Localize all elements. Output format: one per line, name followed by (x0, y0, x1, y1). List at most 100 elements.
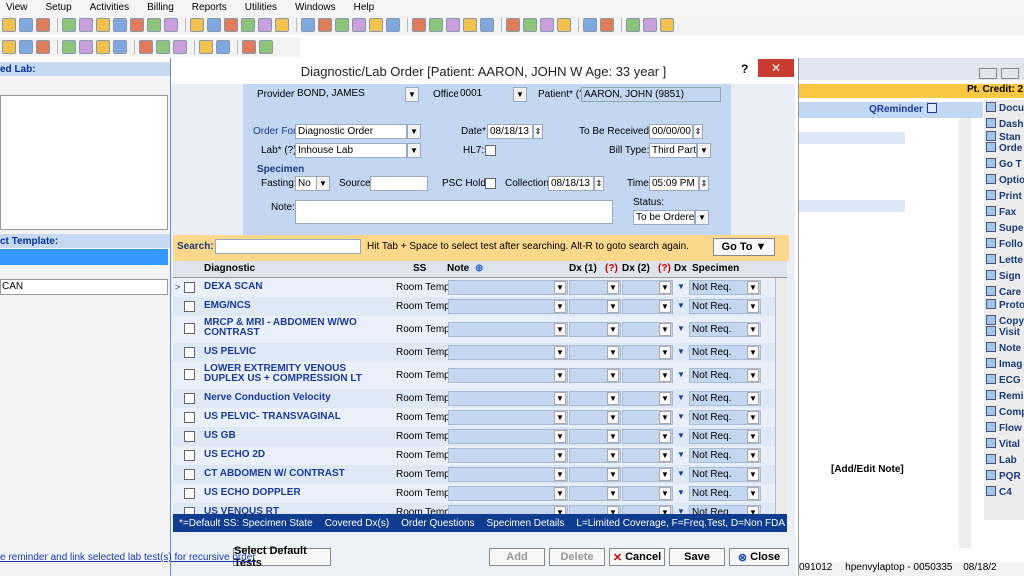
toolbar-icon[interactable] (241, 18, 255, 32)
note-cell[interactable]: ▼ (448, 345, 568, 360)
dx2-cell[interactable]: ▼ (622, 429, 673, 444)
dx2-dropdown-icon[interactable]: ▼ (659, 323, 671, 336)
toolbar-icon[interactable] (36, 18, 50, 32)
dx2-cell[interactable]: ▼ (622, 280, 673, 295)
specimen-dropdown-icon[interactable]: ▼ (747, 411, 759, 424)
note-cell[interactable]: ▼ (448, 429, 568, 444)
hl7-checkbox[interactable] (485, 145, 496, 156)
note-dropdown-icon[interactable]: ▼ (554, 468, 566, 481)
dx-arrow-icon[interactable]: ▼ (677, 370, 685, 379)
col-dx2-help[interactable]: (?) (658, 263, 671, 274)
dx2-dropdown-icon[interactable]: ▼ (659, 430, 671, 443)
specimen-cell[interactable]: Not Req. ▼ (689, 505, 761, 514)
action-item[interactable]: Optio (986, 174, 1024, 186)
close-icon[interactable]: ✕ (758, 59, 794, 77)
dx2-dropdown-icon[interactable]: ▼ (659, 449, 671, 462)
dx1-cell[interactable]: ▼ (569, 410, 621, 425)
toolbar-icon[interactable] (96, 40, 110, 54)
table-row[interactable]: MRCP & MRI - ABDOMEN W/WO CONTRAST Room Te… (173, 316, 787, 343)
action-item[interactable]: Orde (986, 142, 1022, 154)
note-dropdown-icon[interactable]: ▼ (554, 392, 566, 405)
note-cell[interactable]: ▼ (448, 368, 568, 383)
toolbar-icon[interactable] (259, 40, 273, 54)
specimen-dropdown-icon[interactable]: ▼ (747, 369, 759, 382)
toolbar-icon[interactable] (352, 18, 366, 32)
row-checkbox[interactable] (184, 393, 195, 404)
toolbar-icon[interactable] (139, 40, 153, 54)
status-dropdown-icon[interactable]: ▼ (695, 210, 709, 225)
psc-hold-checkbox[interactable] (485, 178, 496, 189)
note-dropdown-icon[interactable]: ▼ (554, 506, 566, 514)
specimen-cell[interactable]: Not Req. ▼ (689, 368, 761, 383)
dx2-cell[interactable]: ▼ (622, 368, 673, 383)
toolbar-icon[interactable] (19, 18, 33, 32)
col-diagnostic[interactable]: Diagnostic (204, 263, 255, 274)
specimen-cell[interactable]: Not Req. ▼ (689, 448, 761, 463)
toolbar-icon[interactable] (480, 18, 494, 32)
col-ss[interactable]: SS (413, 263, 426, 274)
specimen-dropdown-icon[interactable]: ▼ (747, 430, 759, 443)
table-row[interactable]: CT ABDOMEN W/ CONTRAST Room Temp. ▼ ▼ ▼ ▼ Not … (173, 465, 787, 484)
toolbar-icon[interactable] (79, 40, 93, 54)
date-field[interactable]: 08/18/13 (487, 124, 533, 139)
note-cell[interactable]: ▼ (448, 410, 568, 425)
col-specimen[interactable]: Specimen (692, 263, 739, 274)
date-spin-icon[interactable]: ⇕ (533, 124, 543, 139)
specimen-cell[interactable]: Not Req. ▼ (689, 391, 761, 406)
row-checkbox[interactable] (184, 431, 195, 442)
dx1-dropdown-icon[interactable]: ▼ (607, 411, 619, 424)
lab-field[interactable]: Inhouse Lab (295, 143, 407, 158)
table-row[interactable]: US GB Room Temp. ▼ ▼ ▼ ▼ Not Req. ▼ (173, 427, 787, 446)
action-item[interactable]: Go T (986, 158, 1022, 170)
col-dx[interactable]: Dx (674, 263, 687, 274)
col-dx1-help[interactable]: (?) (605, 263, 618, 274)
note-dropdown-icon[interactable]: ▼ (554, 487, 566, 500)
collection-spin-icon[interactable]: ⇕ (594, 176, 604, 191)
menu-windows[interactable]: Windows (295, 2, 336, 13)
specimen-cell[interactable]: Not Req. ▼ (689, 410, 761, 425)
search-input[interactable] (215, 239, 361, 254)
table-row[interactable]: US ECHO 2D Room Temp. ▼ ▼ ▼ ▼ Not Req. ▼ (173, 446, 787, 465)
dx-arrow-icon[interactable]: ▼ (677, 431, 685, 440)
row-checkbox[interactable] (184, 369, 195, 380)
specimen-cell[interactable]: Not Req. ▼ (689, 280, 761, 295)
dx-arrow-icon[interactable]: ▼ (677, 507, 685, 514)
note-dropdown-icon[interactable]: ▼ (554, 411, 566, 424)
row-checkbox[interactable] (184, 450, 195, 461)
toolbar-icon[interactable] (216, 40, 230, 54)
toolbar-icon[interactable] (643, 18, 657, 32)
toolbar-icon[interactable] (258, 18, 272, 32)
toolbar-icon[interactable] (173, 40, 187, 54)
dx-arrow-icon[interactable]: ▼ (677, 450, 685, 459)
source-field[interactable] (370, 176, 428, 191)
col-note[interactable]: Note (447, 263, 469, 274)
toolbar-icon[interactable] (600, 18, 614, 32)
order-for-dropdown-icon[interactable]: ▼ (407, 124, 421, 139)
note-cell[interactable]: ▼ (448, 486, 568, 501)
dx1-cell[interactable]: ▼ (569, 345, 621, 360)
office-field[interactable]: 0001 (458, 87, 512, 102)
dx1-dropdown-icon[interactable]: ▼ (607, 369, 619, 382)
note-cell[interactable]: ▼ (448, 448, 568, 463)
action-item[interactable]: Supe (986, 222, 1023, 234)
toolbar-icon[interactable] (463, 18, 477, 32)
specimen-cell[interactable]: Not Req. ▼ (689, 486, 761, 501)
toolbar-icon[interactable] (412, 18, 426, 32)
toolbar-icon[interactable] (446, 18, 460, 32)
toolbar-icon[interactable] (96, 18, 110, 32)
go-to-button[interactable]: Go To ▼ (713, 238, 775, 256)
note-cell[interactable]: ▼ (448, 505, 568, 514)
toolbar-icon[interactable] (540, 18, 554, 32)
template-selected-row[interactable] (0, 249, 168, 265)
note-cell[interactable]: ▼ (448, 391, 568, 406)
dx1-dropdown-icon[interactable]: ▼ (607, 300, 619, 313)
action-item[interactable]: Imag (986, 358, 1022, 370)
dx1-dropdown-icon[interactable]: ▼ (607, 449, 619, 462)
dx-arrow-icon[interactable]: ▼ (677, 324, 685, 333)
dx-arrow-icon[interactable]: ▼ (677, 469, 685, 478)
action-item[interactable]: Comp (986, 406, 1024, 418)
dx1-dropdown-icon[interactable]: ▼ (607, 346, 619, 359)
bill-type-field[interactable]: Third Party (649, 143, 697, 158)
specimen-dropdown-icon[interactable]: ▼ (747, 468, 759, 481)
toolbar-icon[interactable] (79, 18, 93, 32)
